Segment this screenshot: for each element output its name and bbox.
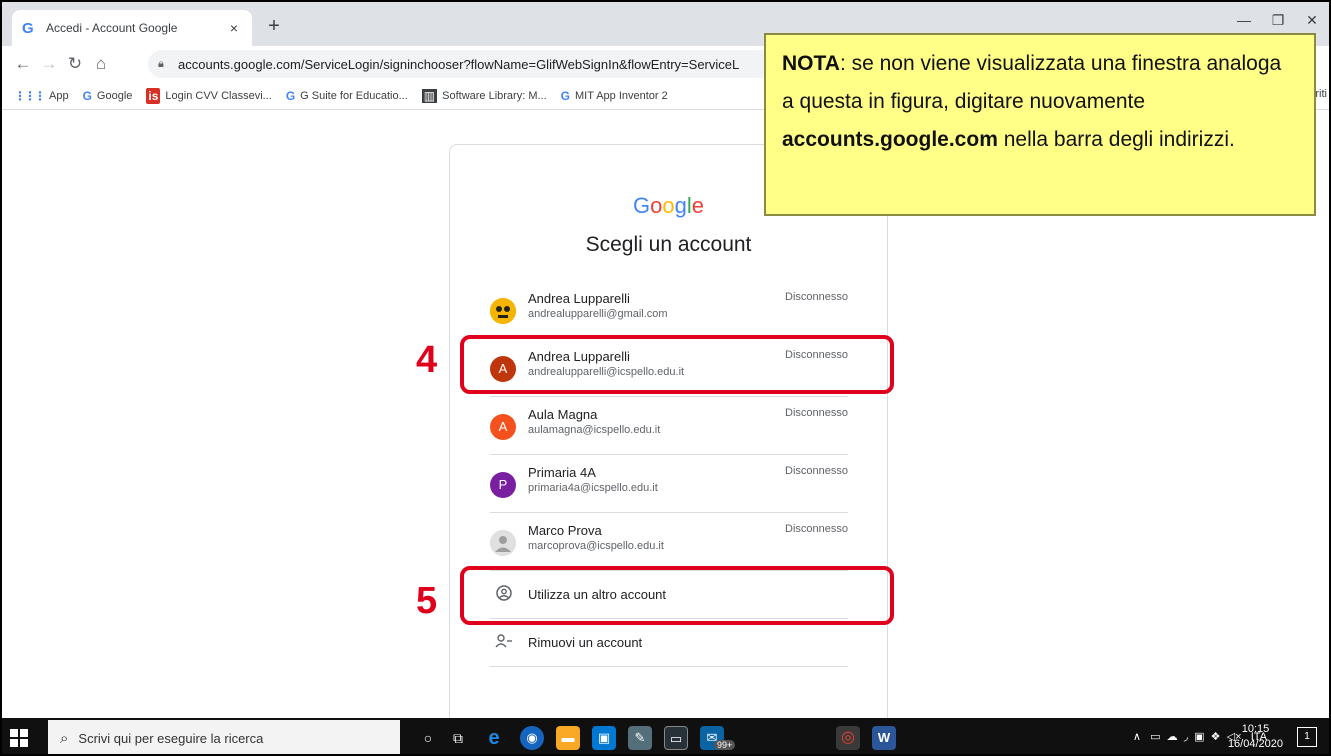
bookmark-label: Login CVV Classevi... bbox=[165, 89, 272, 102]
clock-time: 10:15 bbox=[1241, 723, 1270, 735]
paint-icon[interactable]: ✎ bbox=[628, 726, 652, 750]
bookmark-mit-app-inventor[interactable]: G MIT App Inventor 2 bbox=[561, 89, 668, 103]
bookmark-google[interactable]: G Google bbox=[83, 89, 133, 103]
reload-icon[interactable]: ↻ bbox=[62, 54, 88, 74]
back-icon[interactable]: ← bbox=[10, 54, 36, 74]
note-text-end: nella barra degli indirizzi. bbox=[997, 128, 1235, 151]
google-g-icon: G bbox=[82, 88, 92, 103]
bookmark-label: App bbox=[49, 89, 69, 102]
store-icon[interactable]: ▣ bbox=[592, 726, 616, 750]
taskbar-search[interactable]: ⌕ Scrivi qui per eseguire la ricerca bbox=[48, 720, 400, 754]
account-status: Disconnesso bbox=[785, 407, 848, 419]
terminal-icon[interactable]: ▭ bbox=[664, 726, 688, 750]
network-icon: ▭ bbox=[1150, 731, 1161, 743]
account-email: andrealupparelli@gmail.com bbox=[528, 308, 668, 320]
edge-icon[interactable]: e bbox=[482, 726, 506, 750]
avatar bbox=[490, 530, 516, 556]
bookmark-label: G Suite for Educatio... bbox=[300, 89, 408, 102]
windows-taskbar: ⌕ Scrivi qui per eseguire la ricerca ○ ⧉… bbox=[2, 718, 1329, 754]
screen: G Accedi - Account Google × + — ❐ ✕ ← → … bbox=[0, 0, 1331, 756]
close-window-icon[interactable]: ✕ bbox=[1297, 12, 1327, 29]
minimize-icon[interactable]: — bbox=[1229, 12, 1259, 28]
account-name: Aula Magna bbox=[528, 407, 598, 422]
account-name: Marco Prova bbox=[528, 523, 602, 538]
account-row[interactable]: Marco Prova marcoprova@icspello.edu.it D… bbox=[490, 513, 848, 571]
mail-badge: 99+ bbox=[714, 740, 736, 750]
cartoon-avatar-icon bbox=[490, 298, 516, 324]
classeviva-icon: is bbox=[146, 87, 161, 104]
avatar: P bbox=[490, 472, 516, 498]
library-icon: ▥ bbox=[421, 88, 438, 103]
lock-icon: 🔒︎ bbox=[158, 57, 164, 70]
bookmark-software-library[interactable]: ▥ Software Library: M... bbox=[421, 88, 547, 103]
account-row[interactable]: P Primaria 4A primaria4a@icspello.edu.it… bbox=[490, 455, 848, 513]
person-remove-icon bbox=[494, 633, 514, 653]
chevron-up-icon: ∧ bbox=[1132, 731, 1141, 743]
bookmark-app[interactable]: ⋮⋮⋮ App bbox=[14, 89, 69, 103]
account-status: Disconnesso bbox=[785, 465, 848, 477]
onedrive-icon: ☁ bbox=[1166, 731, 1178, 743]
tab-title: Accedi - Account Google bbox=[46, 21, 178, 35]
bookmark-overflow[interactable]: riti bbox=[1315, 88, 1327, 100]
bookmark-label: Software Library: M... bbox=[442, 89, 547, 102]
bookmark-gsuite[interactable]: G G Suite for Educatio... bbox=[286, 89, 408, 103]
cortana-icon[interactable]: ○ bbox=[416, 726, 440, 750]
dropbox-icon: ❖ bbox=[1210, 731, 1221, 743]
annotation-highlight-step4 bbox=[460, 335, 894, 394]
restore-icon[interactable]: ❐ bbox=[1263, 12, 1293, 29]
taskbar-search-placeholder: Scrivi qui per eseguire la ricerca bbox=[78, 730, 264, 746]
word-icon[interactable]: W bbox=[872, 726, 896, 750]
page-title: Scegli un account bbox=[585, 233, 752, 256]
task-view-icon[interactable]: ⧉ bbox=[446, 726, 470, 750]
clock-date: 16/04/2020 bbox=[1227, 738, 1283, 750]
browser-tab[interactable]: G Accedi - Account Google × bbox=[12, 10, 252, 46]
account-row[interactable]: Andrea Lupparelli andrealupparelli@gmail… bbox=[490, 281, 848, 339]
clock[interactable]: 10:15 16/04/2020 bbox=[1228, 722, 1283, 752]
chrome-icon[interactable]: ◎ bbox=[836, 726, 860, 750]
annotation-step4: 4 bbox=[416, 339, 438, 381]
bookmark-label: Google bbox=[96, 89, 133, 102]
file-explorer-icon[interactable]: ▬ bbox=[556, 726, 580, 750]
notification-center-icon[interactable]: 1 bbox=[1297, 727, 1317, 747]
forward-icon[interactable]: → bbox=[36, 54, 62, 74]
note-text: : se non viene visualizzata una finestra… bbox=[782, 52, 1282, 113]
globe-icon[interactable]: ◉ bbox=[520, 726, 544, 750]
google-g-icon: G bbox=[560, 88, 571, 103]
windows-start-icon[interactable] bbox=[10, 729, 28, 747]
account-status: Disconnesso bbox=[785, 523, 848, 535]
tab-close-icon[interactable]: × bbox=[226, 20, 242, 36]
google-favicon-icon: G bbox=[22, 19, 34, 37]
account-name: Primaria 4A bbox=[528, 465, 596, 480]
new-tab-button[interactable]: + bbox=[262, 16, 286, 36]
account-email: primaria4a@icspello.edu.it bbox=[528, 482, 658, 494]
account-name: Andrea Lupparelli bbox=[528, 291, 630, 306]
apps-grid-icon: ⋮⋮⋮ bbox=[14, 88, 46, 103]
search-icon: ⌕ bbox=[60, 729, 69, 747]
google-g-icon: G bbox=[285, 88, 296, 103]
address-url: accounts.google.com/ServiceLogin/signinc… bbox=[178, 56, 740, 72]
account-status: Disconnesso bbox=[785, 291, 848, 303]
remove-account-label: Rimuovi un account bbox=[528, 635, 643, 650]
annotation-highlight-step5 bbox=[460, 566, 894, 625]
annotation-step5: 5 bbox=[416, 580, 438, 622]
account-email: marcoprova@icspello.edu.it bbox=[528, 540, 664, 552]
remove-account-button[interactable]: Rimuovi un account bbox=[490, 619, 848, 667]
note-callout: NOTA: se non viene visualizzata una fine… bbox=[764, 33, 1316, 216]
avatar bbox=[490, 298, 516, 324]
account-chooser-card: Google Scegli un account Andrea Lupparel… bbox=[449, 144, 888, 724]
display-icon: ▣ bbox=[1194, 731, 1205, 743]
avatar: A bbox=[490, 414, 516, 440]
default-avatar-icon bbox=[490, 530, 516, 556]
wifi-icon: ◞ bbox=[1183, 731, 1188, 743]
bookmark-label: MIT App Inventor 2 bbox=[575, 89, 668, 102]
account-row[interactable]: A Aula Magna aulamagna@icspello.edu.it D… bbox=[490, 397, 848, 455]
home-icon[interactable]: ⌂ bbox=[88, 54, 114, 74]
account-email: aulamagna@icspello.edu.it bbox=[528, 424, 661, 436]
bookmark-classeviva[interactable]: is Login CVV Classevi... bbox=[146, 87, 272, 104]
note-bold: NOTA bbox=[782, 52, 840, 75]
note-url: accounts.google.com bbox=[782, 128, 998, 151]
